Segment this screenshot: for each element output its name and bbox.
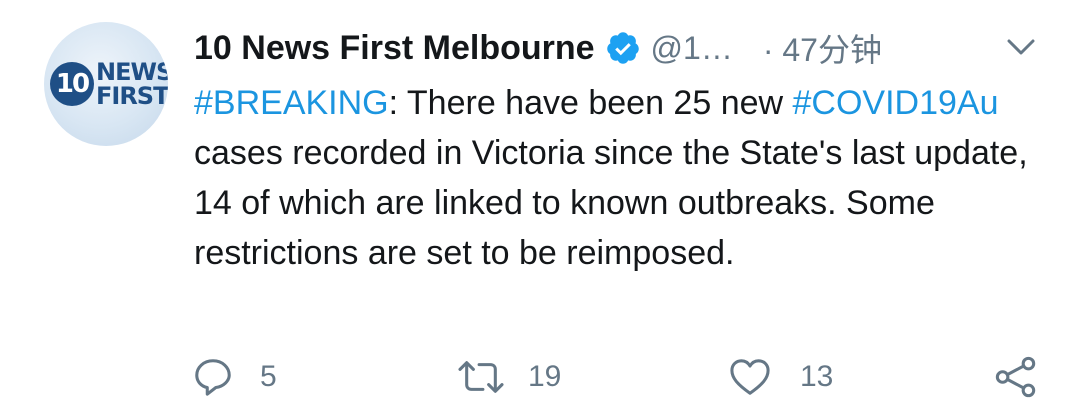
tweet-card[interactable]: 10 NEWS FIRST 10 News First Melbourne @1… bbox=[0, 0, 1080, 418]
like-count: 13 bbox=[800, 360, 834, 393]
tweet-time[interactable]: · 47分钟 bbox=[763, 25, 882, 71]
heart-icon bbox=[728, 357, 772, 397]
verified-badge-icon bbox=[605, 30, 641, 66]
avatar[interactable]: 10 NEWS FIRST bbox=[44, 22, 168, 146]
tweet-text-segment-2: cases recorded in Victoria since the Sta… bbox=[194, 134, 1028, 272]
hashtag-breaking[interactable]: #BREAKING bbox=[194, 84, 389, 122]
avatar-logo-numeral: 10 bbox=[50, 62, 94, 106]
tweet-text-segment-1: : There have been 25 new bbox=[388, 84, 793, 122]
avatar-logo-line1: NEWS bbox=[96, 58, 168, 86]
reply-icon bbox=[192, 356, 234, 398]
reply-count: 5 bbox=[260, 360, 277, 393]
tweet-header: 10 News First Melbourne @1… · 47分钟 bbox=[194, 24, 882, 72]
reply-button[interactable]: 5 bbox=[192, 352, 277, 402]
hashtag-covid19au[interactable]: #COVID19Au bbox=[793, 84, 999, 122]
author-handle[interactable]: @1… bbox=[651, 30, 733, 67]
retweet-icon bbox=[456, 356, 506, 398]
author-name[interactable]: 10 News First Melbourne bbox=[194, 29, 595, 68]
tweet-text: #BREAKING: There have been 25 new #COVID… bbox=[194, 78, 1054, 278]
share-icon bbox=[994, 355, 1038, 399]
avatar-logo-line2: FIRST bbox=[96, 82, 168, 110]
like-button[interactable]: 13 bbox=[728, 352, 833, 402]
chevron-down-icon[interactable] bbox=[1004, 36, 1038, 60]
retweet-button[interactable]: 19 bbox=[456, 352, 561, 402]
retweet-count: 19 bbox=[528, 360, 562, 393]
share-button[interactable] bbox=[994, 352, 1038, 402]
tweet-actions: 5 19 13 bbox=[0, 352, 1080, 402]
avatar-logo-text: NEWS FIRST bbox=[96, 60, 168, 108]
